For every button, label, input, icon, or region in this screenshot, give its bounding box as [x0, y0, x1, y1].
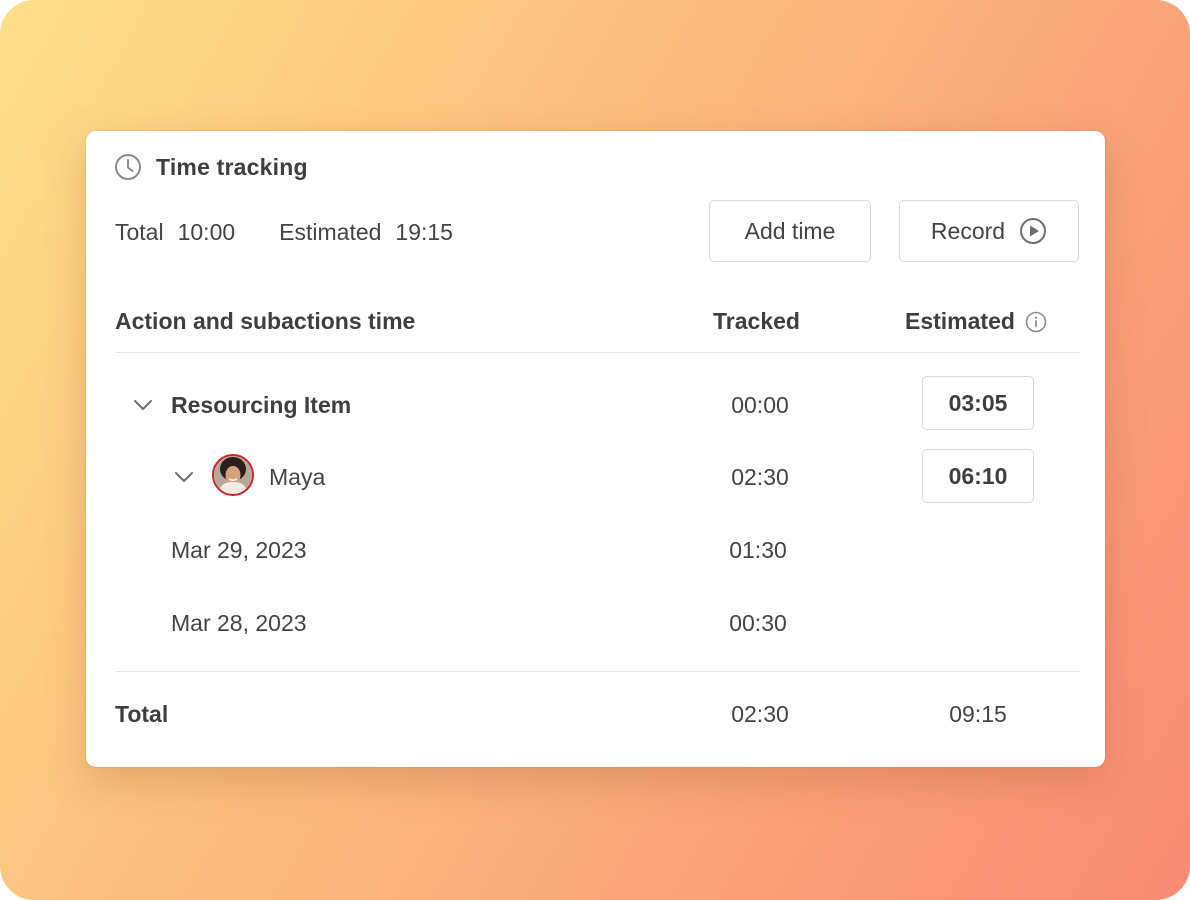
row-label-maya[interactable]: Maya — [269, 464, 325, 491]
total-label: Total — [115, 219, 164, 245]
estimated-value: 19:15 — [395, 219, 453, 245]
estimated-label: Estimated — [279, 219, 382, 245]
chevron-down-icon[interactable] — [131, 393, 155, 417]
estimate-field-resourcing-item[interactable]: 03:05 — [922, 376, 1034, 430]
add-time-button[interactable]: Add time — [709, 200, 871, 262]
row-label-date-2: Mar 28, 2023 — [171, 610, 307, 636]
column-header-estimated-label: Estimated — [905, 308, 1015, 334]
footer-total-estimated: 09:15 — [949, 701, 1007, 727]
footer-divider — [115, 671, 1080, 672]
column-header-estimated: Estimated — [905, 308, 1047, 335]
clock-icon — [115, 154, 141, 180]
panel-title: Time tracking — [156, 153, 308, 180]
play-circle-icon — [1020, 218, 1047, 244]
panel-header: Time tracking — [114, 153, 308, 181]
time-summary: Total 10:00 Estimated 19:15 — [115, 219, 453, 246]
footer-total-tracked: 02:30 — [731, 701, 789, 727]
column-header-tracked: Tracked — [713, 308, 800, 334]
estimate-field-maya[interactable]: 06:10 — [922, 449, 1034, 503]
add-time-label: Add time — [744, 217, 836, 244]
background-frame: Time tracking Total 10:00 Estimated 19:1… — [0, 0, 1190, 900]
record-button[interactable]: Record — [899, 200, 1079, 262]
estimate-value-resourcing-item: 03:05 — [948, 389, 1008, 416]
row-tracked-date-1: 01:30 — [729, 537, 787, 563]
row-label-date-1: Mar 29, 2023 — [171, 537, 307, 563]
record-label: Record — [930, 217, 1006, 244]
header-divider — [115, 352, 1080, 353]
time-tracking-panel: Time tracking Total 10:00 Estimated 19:1… — [86, 131, 1105, 767]
row-tracked-date-2: 00:30 — [729, 610, 787, 636]
row-tracked-maya: 02:30 — [731, 464, 789, 490]
footer-total-label: Total — [115, 701, 169, 727]
chevron-down-icon[interactable] — [172, 465, 196, 489]
row-label-resourcing-item[interactable]: Resourcing Item — [171, 392, 351, 419]
avatar — [212, 454, 254, 496]
total-value: 10:00 — [177, 219, 236, 245]
row-tracked-resourcing-item: 00:00 — [731, 392, 789, 418]
estimate-value-maya: 06:10 — [948, 462, 1008, 489]
info-icon[interactable] — [1025, 311, 1047, 333]
column-header-action: Action and subactions time — [115, 308, 416, 334]
